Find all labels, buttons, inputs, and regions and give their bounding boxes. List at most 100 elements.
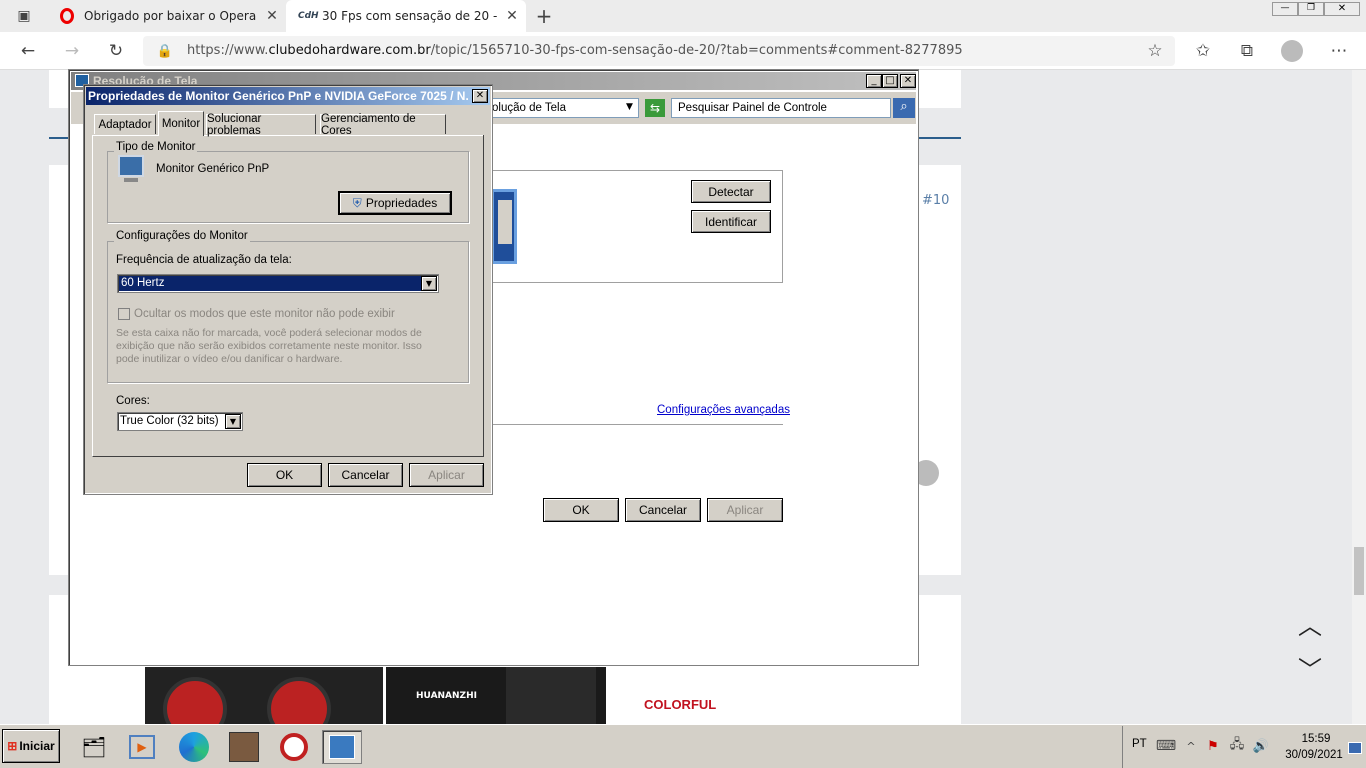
properties-label: Propriedades: [365, 196, 438, 210]
tab-actions-icon[interactable]: ▣: [10, 6, 38, 26]
chevron-down-icon[interactable]: ▼: [421, 276, 437, 291]
start-label: Iniciar: [19, 739, 55, 753]
colors-select[interactable]: True Color (32 bits) ▼: [117, 412, 243, 431]
close-window-icon[interactable]: ✕: [1324, 2, 1360, 16]
security-alert-icon[interactable]: ⚑: [1204, 737, 1222, 755]
close-icon[interactable]: ✕: [472, 89, 488, 103]
gpu-ad-image[interactable]: COLORFUL: [628, 667, 866, 724]
scroll-up-icon[interactable]: ︿: [1292, 608, 1328, 640]
search-placeholder: Pesquisar Painel de Controle: [678, 102, 827, 114]
close-icon[interactable]: ✕: [258, 8, 286, 24]
url-domain: clubedohardware.com.br: [268, 43, 431, 58]
gpu-ad-image[interactable]: [145, 667, 383, 724]
app-icon[interactable]: [274, 730, 314, 764]
tab-title: 30 Fps com sensação de 20 - Jog: [322, 9, 498, 23]
chevron-down-icon[interactable]: ▼: [225, 414, 241, 429]
refresh-rate-select[interactable]: 60 Hertz ▼: [117, 274, 439, 293]
search-icon[interactable]: ⌕: [893, 98, 915, 118]
display-monitor-thumb[interactable]: [491, 189, 517, 264]
forward-icon[interactable]: →: [58, 40, 86, 62]
tab-monitor[interactable]: Monitor: [158, 111, 204, 136]
breadcrumb-field[interactable]: olução de Tela ▼: [489, 98, 639, 118]
minimize-icon[interactable]: _: [866, 74, 882, 88]
advanced-settings-link[interactable]: Configurações avançadas: [657, 404, 790, 416]
refresh-rate-label: Frequência de atualização da tela:: [116, 254, 292, 266]
clubedohardware-icon: CdH: [298, 11, 319, 21]
game-icon[interactable]: [224, 730, 264, 764]
tab-title: Obrigado por baixar o Opera: [84, 9, 257, 23]
media-player-icon[interactable]: ▶: [122, 730, 162, 764]
scrollbar-thumb[interactable]: [1354, 547, 1364, 595]
group-title: Tipo de Monitor: [114, 141, 198, 153]
lock-icon: 🔒: [156, 43, 174, 59]
minimize-icon[interactable]: —: [1272, 2, 1298, 16]
ad-brand-mark: HUANANZHI: [416, 691, 477, 701]
monitor-icon: [118, 155, 144, 177]
profile-avatar[interactable]: [1281, 40, 1303, 62]
favorite-add-icon[interactable]: ☆: [1142, 40, 1168, 62]
tab-clubedohardware[interactable]: CdH 30 Fps com sensação de 20 - Jog ✕: [286, 0, 526, 32]
cancel-button[interactable]: Cancelar: [328, 463, 403, 487]
opera-icon: [60, 8, 74, 24]
chevron-up-icon[interactable]: ^: [1184, 737, 1198, 755]
clock-time[interactable]: 15:59: [1288, 733, 1344, 745]
scroll-down-icon[interactable]: ﹀: [1292, 652, 1328, 684]
gpu-ad-image[interactable]: HUANANZHI: [386, 667, 606, 724]
ok-button[interactable]: OK: [247, 463, 322, 487]
properties-button[interactable]: ⛨ Propriedades: [338, 191, 452, 215]
refresh-rate-value: 60 Hertz: [119, 276, 421, 291]
address-bar[interactable]: 🔒 https://www.clubedohardware.com.br/top…: [143, 36, 1175, 66]
colors-label: Cores:: [116, 395, 150, 407]
close-icon[interactable]: ✕: [498, 8, 526, 24]
back-icon[interactable]: ←: [14, 40, 42, 62]
title-bar: Propriedades de Monitor Genérico PnP e N…: [86, 87, 490, 105]
identify-button[interactable]: Identificar: [691, 210, 771, 233]
url-path: /topic/1565710-30-fps-com-sensação-de-20…: [430, 43, 963, 58]
shield-icon: ⛨: [352, 195, 362, 210]
hide-modes-help: Se esta caixa não for marcada, você pode…: [116, 327, 422, 365]
close-icon[interactable]: ✕: [900, 74, 916, 88]
page-scrollbar[interactable]: [1352, 70, 1366, 724]
url-prefix: https://www.: [187, 43, 269, 58]
tab-opera[interactable]: Obrigado por baixar o Opera ✕: [48, 0, 286, 32]
language-indicator[interactable]: PT: [1132, 738, 1147, 750]
dialog-title: Propriedades de Monitor Genérico PnP e N…: [88, 89, 468, 103]
go-icon[interactable]: ⇆: [645, 99, 665, 117]
tab-adaptador[interactable]: Adaptador: [94, 114, 156, 134]
hide-modes-label: Ocultar os modos que este monitor não po…: [134, 308, 395, 320]
breadcrumb: olução de Tela: [492, 102, 566, 114]
group-title: Configurações do Monitor: [114, 230, 250, 242]
divider: [491, 424, 783, 425]
start-button[interactable]: ⊞ Iniciar: [2, 729, 60, 763]
cancel-button[interactable]: Cancelar: [625, 498, 701, 522]
tab-color-management[interactable]: Gerenciamento de Cores: [320, 113, 446, 137]
refresh-icon[interactable]: ↻: [102, 40, 130, 62]
volume-icon[interactable]: 🔊: [1252, 737, 1270, 755]
network-icon[interactable]: 🖧: [1228, 737, 1246, 755]
restore-icon[interactable]: ❐: [1298, 2, 1324, 16]
maximize-icon[interactable]: □: [882, 74, 898, 88]
apply-button[interactable]: Aplicar: [707, 498, 783, 522]
more-icon[interactable]: ⋯: [1326, 40, 1352, 62]
monitor-name: Monitor Genérico PnP: [156, 163, 270, 175]
hide-modes-checkbox[interactable]: [118, 308, 130, 320]
edge-icon[interactable]: [174, 730, 214, 764]
collections-icon[interactable]: ⧉: [1234, 40, 1260, 62]
keyboard-icon[interactable]: ⌨: [1156, 737, 1176, 755]
new-tab-icon[interactable]: +: [532, 4, 556, 28]
file-explorer-icon[interactable]: 🗂: [74, 730, 114, 764]
monitor-properties-dialog: Propriedades de Monitor Genérico PnP e N…: [83, 84, 493, 495]
post-number[interactable]: #10: [922, 193, 949, 208]
show-desktop-icon[interactable]: [1348, 742, 1362, 754]
control-panel-task[interactable]: [322, 730, 362, 764]
colors-value: True Color (32 bits): [120, 415, 219, 427]
search-input[interactable]: Pesquisar Painel de Controle: [671, 98, 891, 118]
ad-brand: COLORFUL: [644, 697, 717, 712]
detect-button[interactable]: Detectar: [691, 180, 771, 203]
favorites-icon[interactable]: ✩: [1190, 40, 1216, 62]
ok-button[interactable]: OK: [543, 498, 619, 522]
clock-date[interactable]: 30/09/2021: [1282, 749, 1346, 761]
chevron-down-icon[interactable]: ▼: [626, 102, 633, 112]
apply-button[interactable]: Aplicar: [409, 463, 484, 487]
tab-troubleshoot[interactable]: Solucionar problemas: [206, 113, 316, 137]
